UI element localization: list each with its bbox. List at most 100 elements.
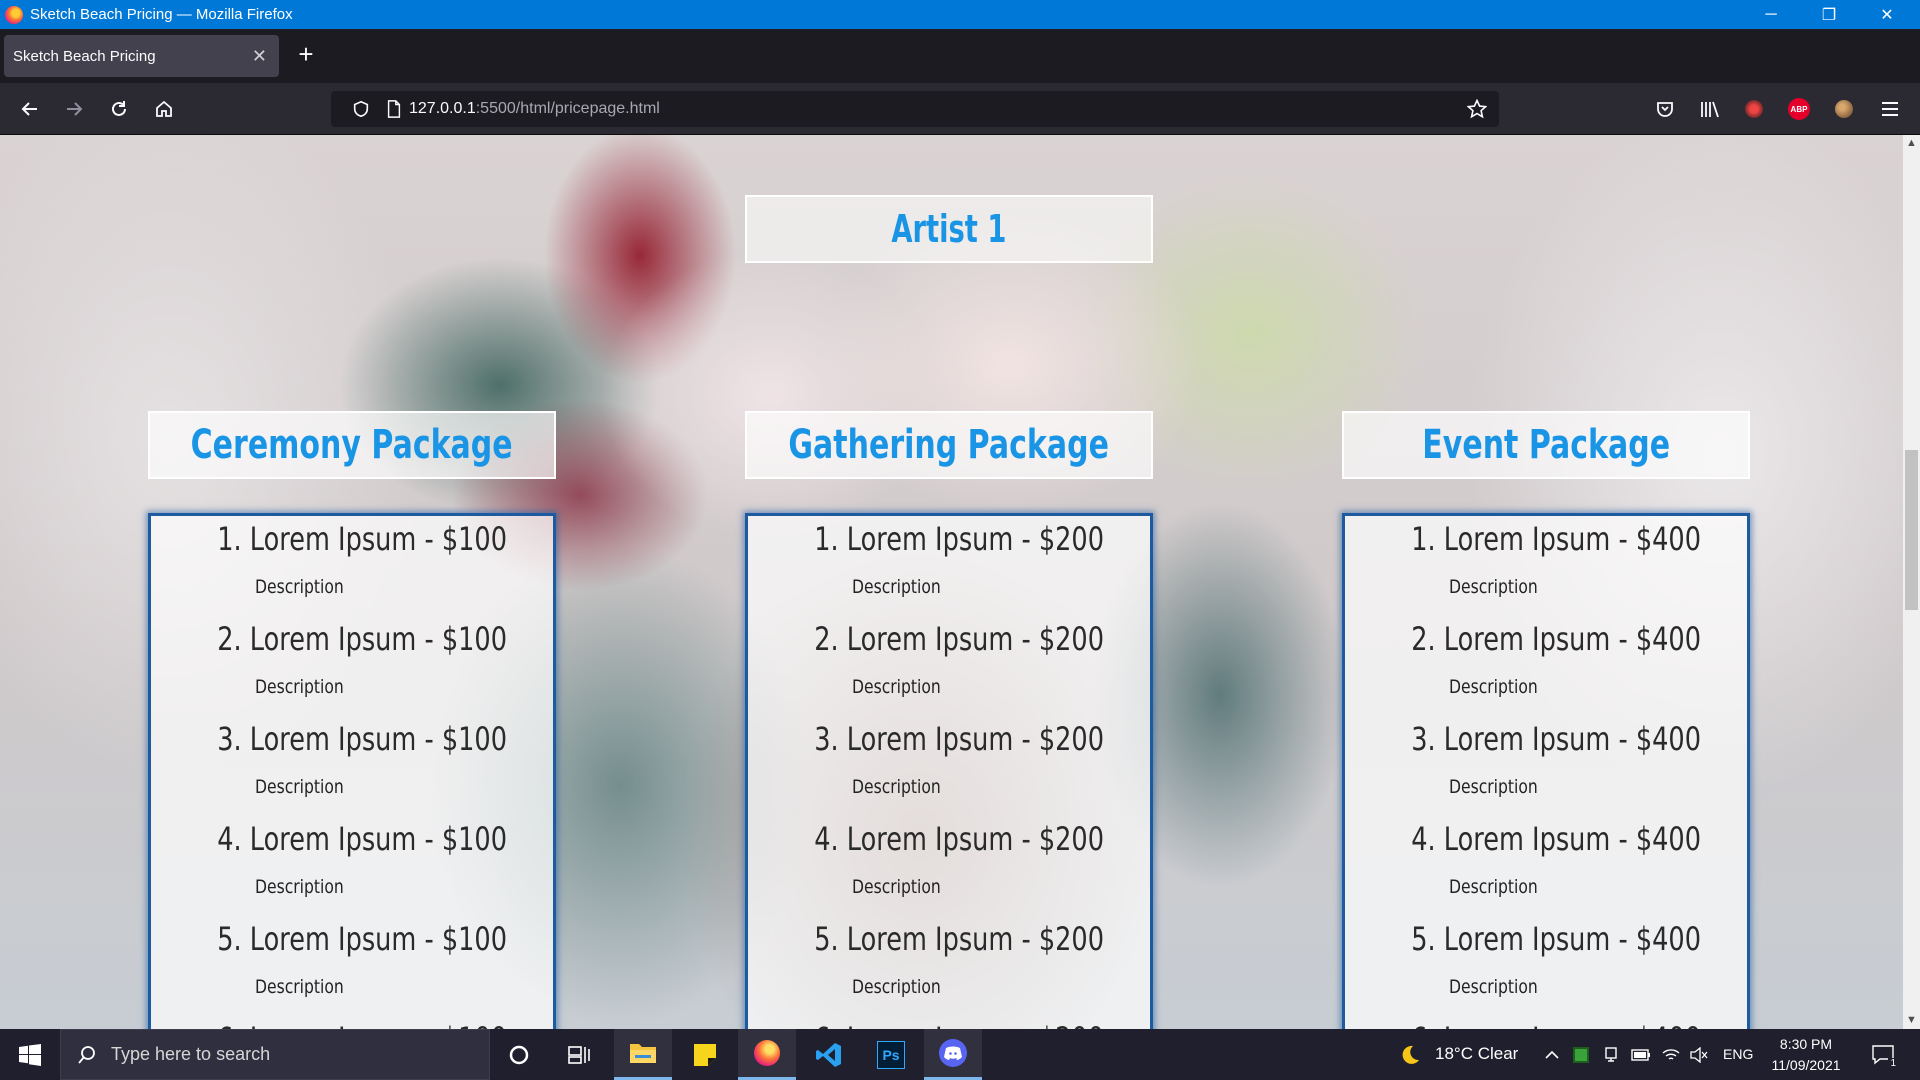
list-item: 5. Lorem Ipsum - $200 Description: [748, 916, 1150, 1016]
library-icon[interactable]: [1699, 98, 1721, 120]
clock-date: 11/09/2021: [1771, 1057, 1841, 1073]
url-host: 127.0.0.1: [409, 100, 476, 117]
back-icon: [21, 102, 37, 116]
notifications-button[interactable]: 1: [1868, 1045, 1898, 1069]
show-hidden-icons-chevron-icon[interactable]: [1542, 1045, 1562, 1065]
weather-moon-icon[interactable]: [1398, 1043, 1422, 1067]
address-bar[interactable]: 127.0.0.1:5500/html/pricepage.html: [331, 91, 1499, 127]
artist-title-box: Artist 1: [745, 195, 1153, 263]
pocket-icon[interactable]: [1654, 98, 1676, 120]
task-view-button[interactable]: [550, 1029, 608, 1080]
item-name: 6. Lorem Ipsum - $100: [217, 1020, 507, 1029]
scroll-up-arrow-icon[interactable]: ▲: [1903, 135, 1920, 152]
list-item: 4. Lorem Ipsum - $400 Description: [1345, 816, 1747, 916]
item-description: Description: [255, 876, 344, 898]
menu-icon[interactable]: [1879, 98, 1901, 120]
back-button[interactable]: [14, 93, 46, 125]
reload-icon: [112, 101, 126, 116]
cortana-button[interactable]: [490, 1029, 548, 1080]
list-item: 3. Lorem Ipsum - $400 Description: [1345, 716, 1747, 816]
clock-time: 8:30 PM: [1779, 1036, 1833, 1052]
firefox-icon: [754, 1040, 780, 1066]
item-description: Description: [255, 576, 344, 598]
item-description: Description: [852, 776, 941, 798]
item-name: 1. Lorem Ipsum - $200: [814, 520, 1104, 558]
taskbar-sticky-notes[interactable]: [676, 1029, 734, 1080]
extension-icon[interactable]: [1743, 98, 1765, 120]
weather-text[interactable]: 18°C Clear: [1435, 1044, 1518, 1064]
shield-icon[interactable]: [351, 99, 371, 119]
item-name: 1. Lorem Ipsum - $400: [1411, 520, 1701, 558]
list-item: 4. Lorem Ipsum - $100 Description: [151, 816, 553, 916]
taskbar-photoshop[interactable]: Ps: [862, 1029, 920, 1080]
page-icon[interactable]: [384, 99, 404, 119]
taskbar-firefox[interactable]: [738, 1029, 796, 1080]
list-item: 6. Lorem Ipsum - $100: [151, 1016, 553, 1029]
tab-close-button[interactable]: ✕: [252, 46, 267, 67]
cortana-icon: [509, 1045, 529, 1064]
windows-taskbar: Type here to search Ps 18°C Clear ENG 8:…: [0, 1029, 1920, 1080]
item-name: 5. Lorem Ipsum - $100: [217, 920, 507, 958]
item-name: 3. Lorem Ipsum - $400: [1411, 720, 1701, 758]
item-name: 2. Lorem Ipsum - $100: [217, 620, 507, 658]
ceremony-package-card: 1. Lorem Ipsum - $100 Description 2. Lore…: [148, 513, 556, 1029]
item-description: Description: [852, 676, 941, 698]
taskbar-search-box[interactable]: Type here to search: [60, 1029, 490, 1080]
gathering-package-header: Gathering Package: [745, 411, 1153, 479]
tab-label: Sketch Beach Pricing: [13, 47, 156, 65]
item-description: Description: [852, 876, 941, 898]
url-path: :5500/html/pricepage.html: [475, 100, 660, 117]
close-window-button[interactable]: ✕: [1858, 0, 1916, 29]
item-description: Description: [255, 676, 344, 698]
item-description: Description: [852, 976, 941, 998]
tab-strip: Sketch Beach Pricing ✕ +: [0, 29, 1920, 83]
photoshop-icon: Ps: [877, 1040, 905, 1069]
search-placeholder: Type here to search: [111, 1044, 271, 1064]
item-name: 2. Lorem Ipsum - $400: [1411, 620, 1701, 658]
wifi-icon[interactable]: [1661, 1045, 1681, 1065]
artist-title: Artist 1: [891, 207, 1007, 251]
volume-muted-icon[interactable]: [1689, 1045, 1709, 1065]
taskbar-file-explorer[interactable]: [614, 1029, 672, 1080]
list-item: 2. Lorem Ipsum - $400 Description: [1345, 616, 1747, 716]
taskbar-vscode[interactable]: [800, 1029, 858, 1080]
nvidia-tray-icon[interactable]: [1571, 1045, 1591, 1065]
firefox-logo-icon: [5, 5, 23, 24]
list-item: 2. Lorem Ipsum - $100 Description: [151, 616, 553, 716]
gathering-package-card: 1. Lorem Ipsum - $200 Description 2. Lore…: [745, 513, 1153, 1029]
item-name: 3. Lorem Ipsum - $200: [814, 720, 1104, 758]
language-indicator[interactable]: ENG: [1723, 1046, 1753, 1062]
item-name: 5. Lorem Ipsum - $200: [814, 920, 1104, 958]
list-item: 3. Lorem Ipsum - $100 Description: [151, 716, 553, 816]
window-title-bar: Sketch Beach Pricing — Mozilla Firefox ─…: [0, 0, 1920, 29]
bookmark-star-icon[interactable]: [1467, 99, 1487, 119]
account-icon[interactable]: [1833, 98, 1855, 120]
task-view-icon: [568, 1045, 590, 1064]
sticky-notes-icon: [694, 1043, 716, 1066]
page-scrollbar[interactable]: ▲ ▼: [1903, 135, 1920, 1029]
minimize-button[interactable]: ─: [1742, 0, 1800, 29]
window-title: Sketch Beach Pricing — Mozilla Firefox: [30, 6, 293, 23]
scroll-thumb[interactable]: [1905, 450, 1918, 610]
restore-button[interactable]: ❐: [1800, 0, 1858, 29]
item-description: Description: [852, 576, 941, 598]
item-name: 4. Lorem Ipsum - $200: [814, 820, 1104, 858]
reload-button[interactable]: [103, 93, 135, 125]
vscode-icon: [816, 1042, 841, 1067]
home-icon: [156, 100, 172, 117]
list-item: 6. Lorem Ipsum - $400: [1345, 1016, 1747, 1029]
ceremony-package-header: Ceremony Package: [148, 411, 556, 479]
home-button[interactable]: [148, 93, 180, 125]
start-button[interactable]: [0, 1029, 60, 1080]
tab-sketch-beach-pricing[interactable]: Sketch Beach Pricing ✕: [4, 35, 279, 77]
battery-icon[interactable]: [1631, 1045, 1651, 1065]
list-item: 2. Lorem Ipsum - $200 Description: [748, 616, 1150, 716]
adblock-icon[interactable]: ABP: [1788, 98, 1810, 120]
scroll-down-arrow-icon[interactable]: ▼: [1903, 1012, 1920, 1029]
taskbar-clock[interactable]: 8:30 PM 11/09/2021: [1758, 1034, 1854, 1076]
forward-icon: [67, 102, 83, 116]
taskbar-discord[interactable]: [924, 1029, 982, 1080]
forward-button[interactable]: [58, 93, 90, 125]
device-tray-icon[interactable]: [1601, 1045, 1621, 1065]
new-tab-button[interactable]: +: [292, 41, 320, 69]
